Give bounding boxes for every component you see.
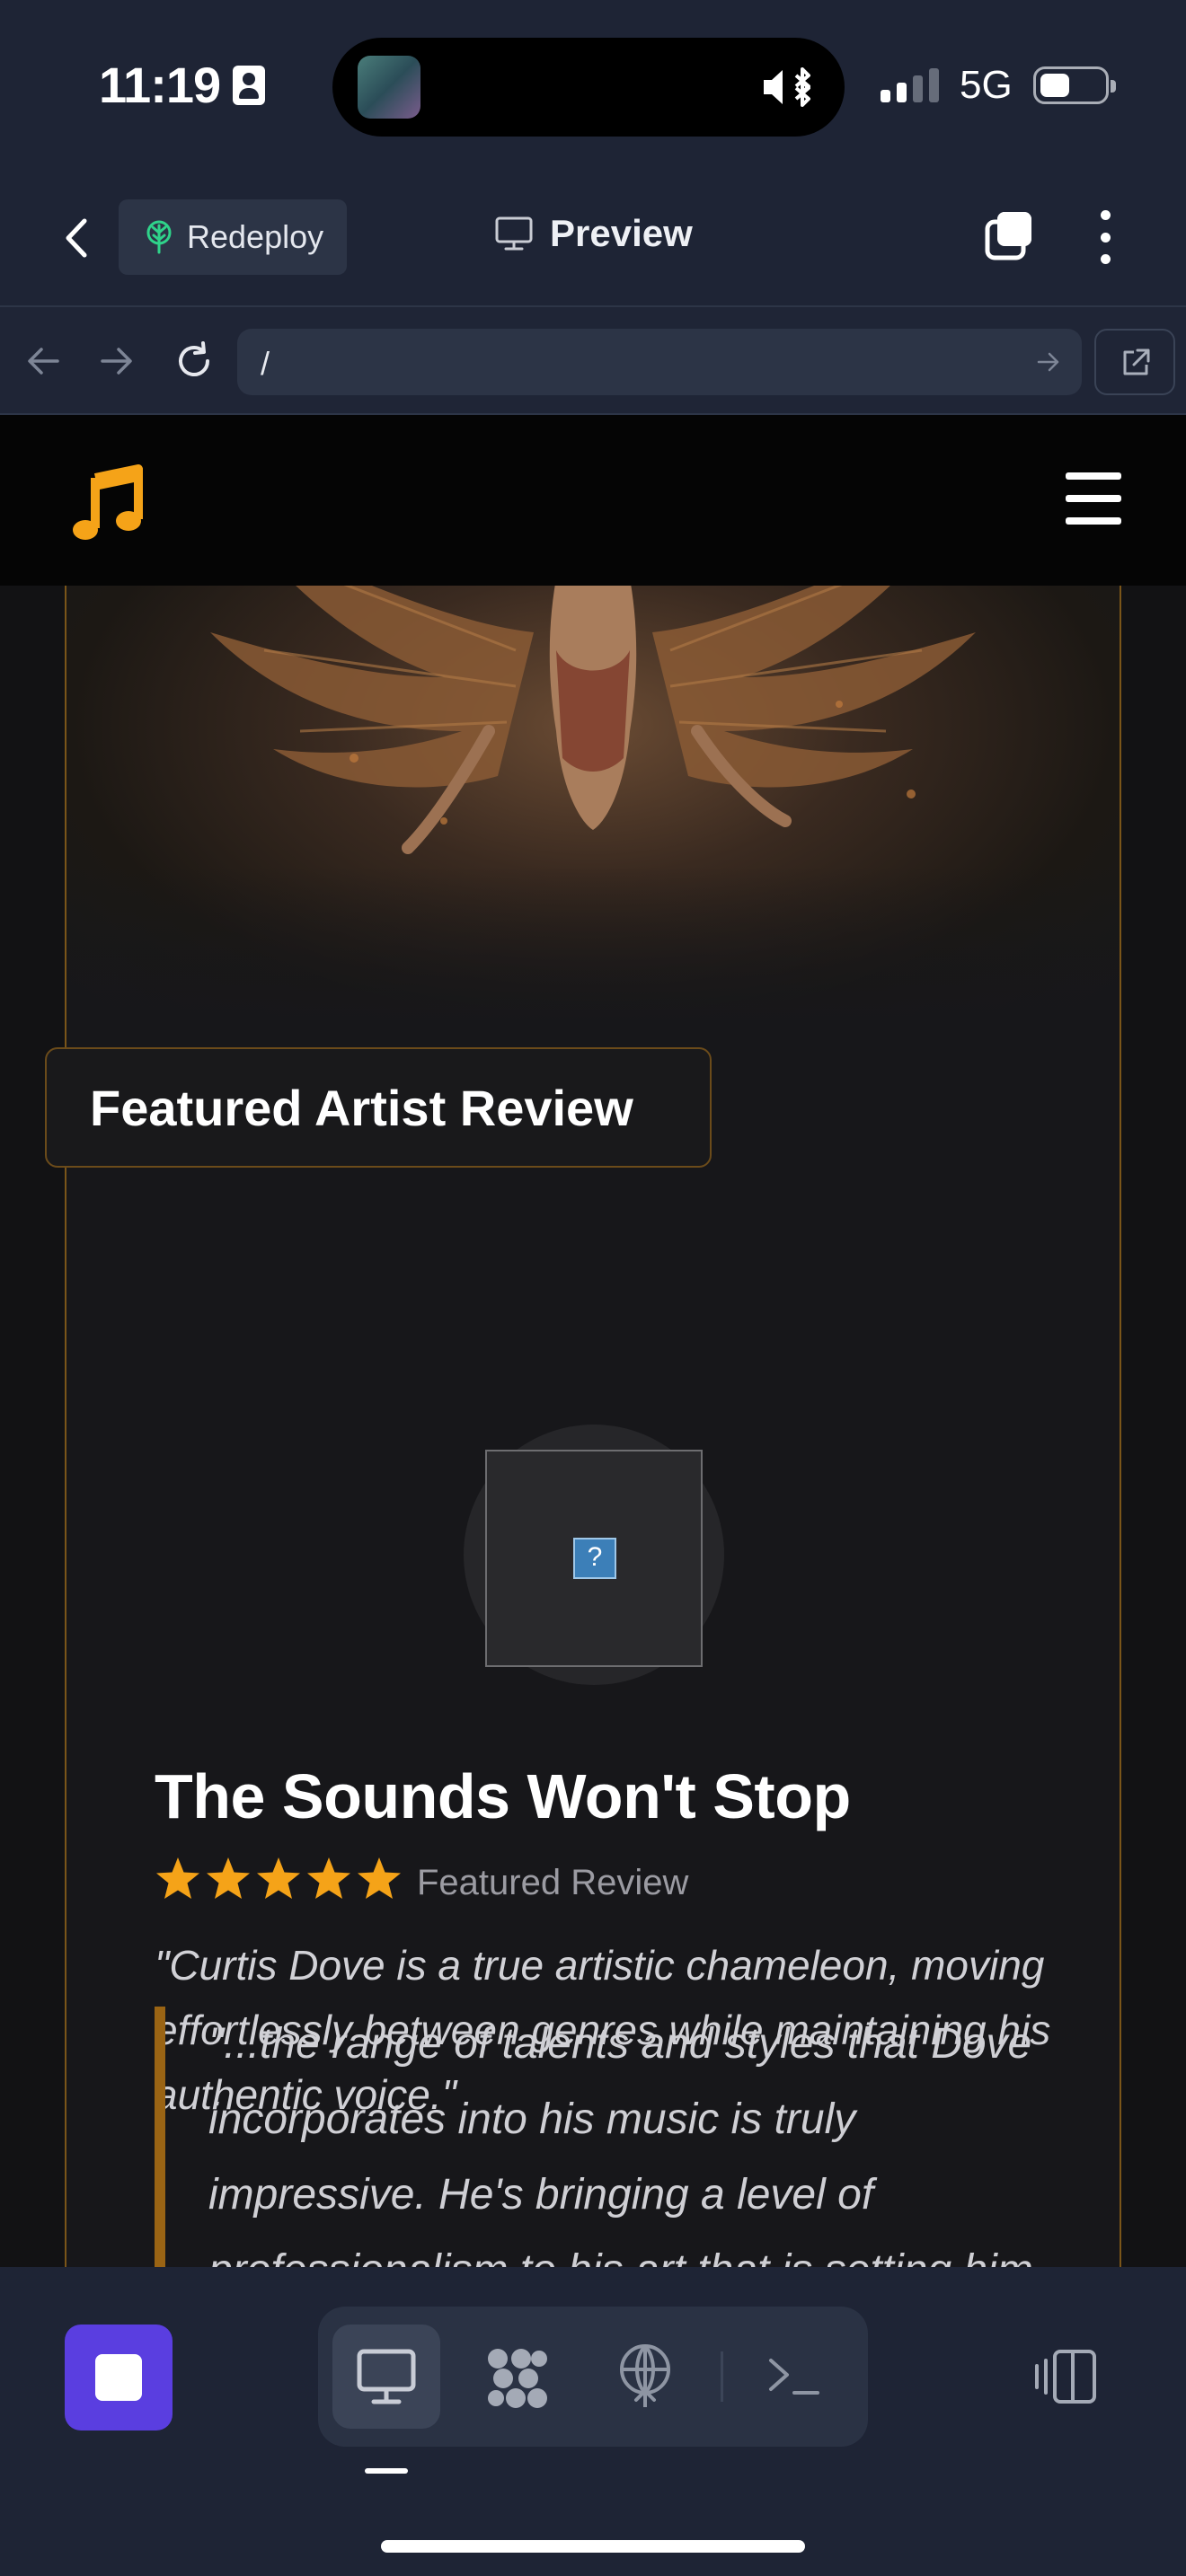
stop-square-icon xyxy=(95,2354,142,2401)
preview-mode-button[interactable] xyxy=(332,2325,440,2429)
review-tag: Featured Review xyxy=(417,1863,689,1902)
hero-image xyxy=(66,525,1120,1028)
star-icon xyxy=(257,1857,300,1899)
back-chevron-icon[interactable] xyxy=(59,216,95,260)
panel-toggle-icon[interactable] xyxy=(1033,2342,1100,2409)
status-bar: 11:19 5G xyxy=(0,0,1186,171)
home-indicator[interactable] xyxy=(381,2540,805,2553)
monitor-icon xyxy=(357,2349,416,2404)
site-navbar xyxy=(0,415,1186,586)
url-text: / xyxy=(261,345,270,382)
url-input[interactable]: / xyxy=(237,329,1082,395)
signal-icon xyxy=(881,66,939,102)
redeploy-button[interactable]: Redeploy xyxy=(119,199,347,275)
clock: 11:19 xyxy=(99,56,266,114)
active-mode-indicator xyxy=(365,2468,408,2474)
app-root: 11:19 5G Redeploy Preview / ? The Sounds… xyxy=(0,0,1186,2576)
preview-label: Preview xyxy=(550,212,693,254)
terminal-prompt-icon xyxy=(769,2359,819,2395)
star-icon xyxy=(207,1857,250,1899)
terminal-mode-button[interactable] xyxy=(740,2325,848,2429)
missing-image-icon: ? xyxy=(573,1538,616,1579)
bottom-toolbar xyxy=(0,2267,1186,2576)
app-header: Redeploy Preview xyxy=(0,171,1186,305)
open-external-button[interactable] xyxy=(1094,329,1175,395)
speaker-bluetooth-icon xyxy=(764,67,810,107)
nav-back-arrow-icon[interactable] xyxy=(22,340,65,383)
preview-title: Preview xyxy=(494,212,693,255)
redeploy-label: Redeploy xyxy=(187,218,324,255)
star-rating xyxy=(155,1856,403,1901)
network-type: 5G xyxy=(960,63,1013,107)
clock-text: 11:19 xyxy=(99,57,221,113)
deploy-mode-button[interactable] xyxy=(591,2325,699,2429)
more-options-icon[interactable] xyxy=(1096,210,1114,264)
star-icon xyxy=(156,1857,199,1899)
featured-badge: Featured Artist Review xyxy=(45,1047,712,1168)
star-icon xyxy=(307,1857,350,1899)
star-icon xyxy=(358,1857,401,1899)
dynamic-island[interactable] xyxy=(332,38,845,137)
stop-button[interactable] xyxy=(65,2325,173,2430)
go-arrow-icon[interactable] xyxy=(1035,348,1062,375)
battery-icon xyxy=(1033,66,1116,104)
tabs-icon[interactable] xyxy=(983,208,1037,262)
contact-card-icon xyxy=(233,65,266,105)
deploy-tree-icon xyxy=(146,220,172,254)
nav-forward-arrow-icon[interactable] xyxy=(95,340,138,383)
web-preview: ? The Sounds Won't Stop Featured Review … xyxy=(0,415,1186,2267)
external-link-icon xyxy=(1123,348,1150,375)
nodes-grid-icon xyxy=(488,2349,547,2408)
music-note-logo-icon[interactable] xyxy=(72,463,144,544)
view-mode-switcher xyxy=(318,2307,868,2447)
reload-icon[interactable] xyxy=(173,340,216,383)
review-quote: "...the range of talents and styles that… xyxy=(155,2007,1062,2267)
browser-bar: / xyxy=(0,305,1186,415)
mode-separator xyxy=(721,2351,723,2402)
workflow-mode-button[interactable] xyxy=(462,2325,570,2429)
featured-review-card: ? The Sounds Won't Stop Featured Review … xyxy=(65,523,1121,2267)
now-playing-artwork xyxy=(358,56,420,119)
menu-icon[interactable] xyxy=(1066,472,1121,525)
globe-upload-icon xyxy=(620,2344,670,2407)
monitor-icon xyxy=(495,216,533,251)
hero-fade-overlay xyxy=(66,866,1120,1028)
artist-avatar-broken-image: ? xyxy=(485,1450,703,1667)
review-title: The Sounds Won't Stop xyxy=(155,1761,851,1831)
